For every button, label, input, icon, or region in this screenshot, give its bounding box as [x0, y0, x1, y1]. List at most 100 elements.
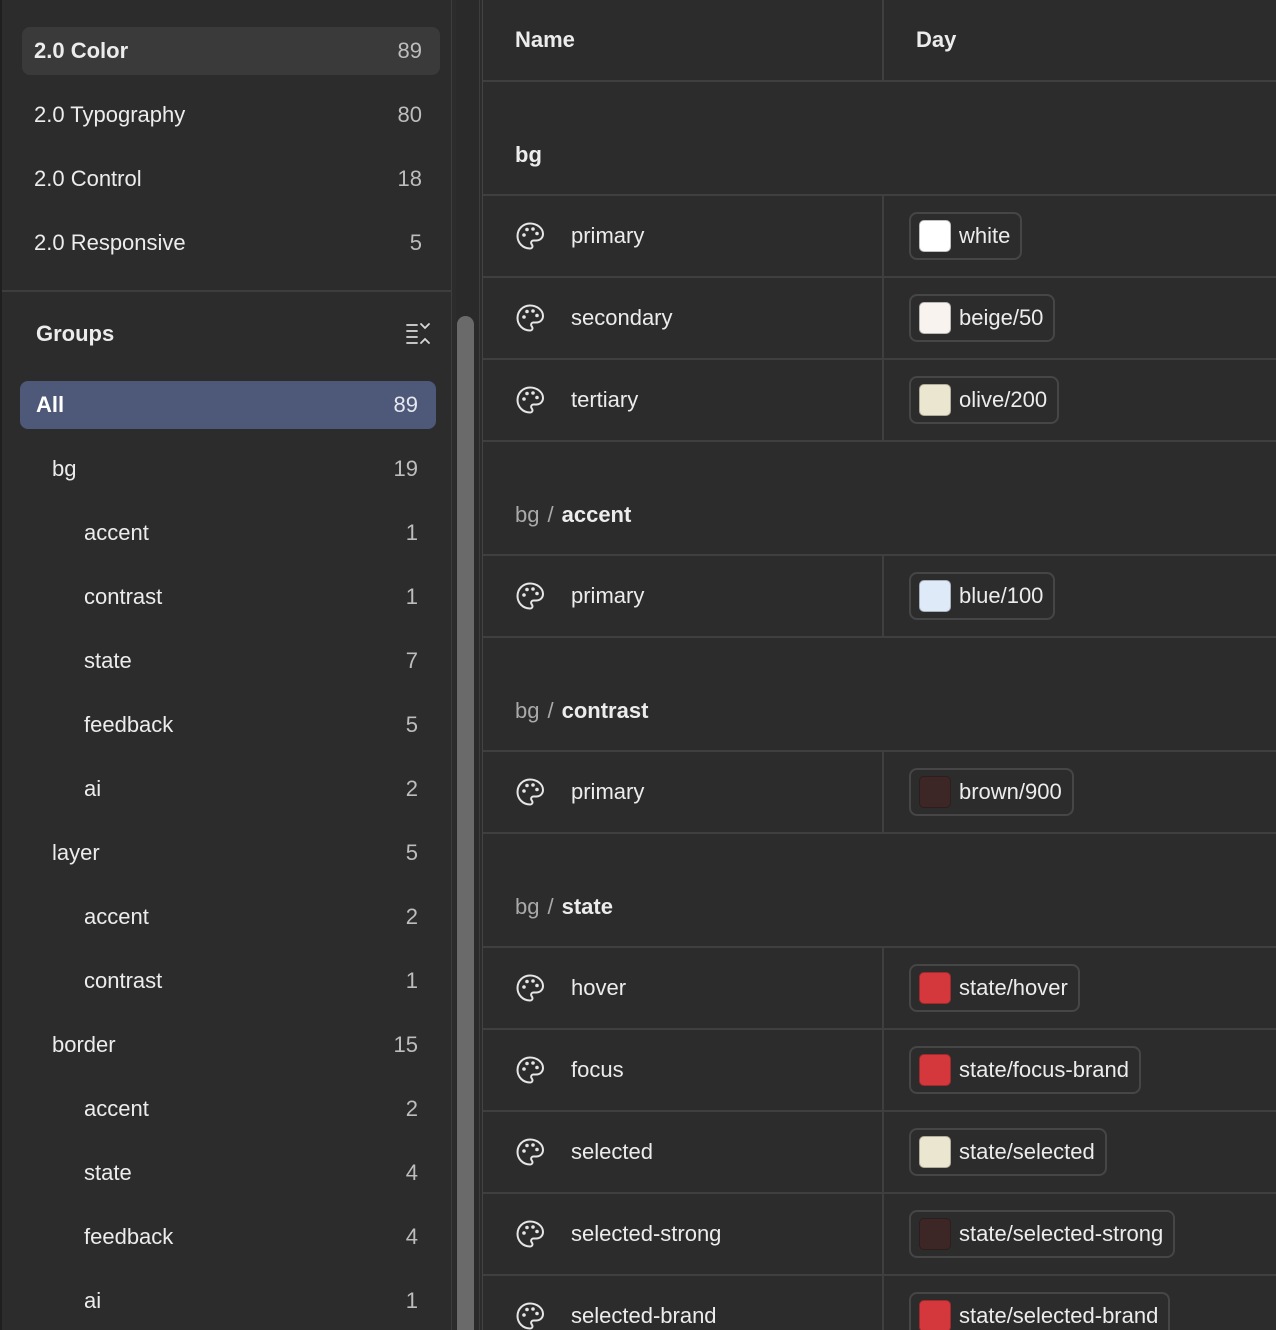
variable-value-cell: state/focus-brand: [884, 1030, 1141, 1110]
group-label: state: [84, 648, 132, 673]
group-item[interactable]: ai 2: [20, 765, 436, 813]
group-item[interactable]: feedback 4: [20, 1213, 436, 1261]
group-item[interactable]: ai 1: [20, 1277, 436, 1325]
value-pill[interactable]: beige/50: [909, 294, 1056, 342]
collection-count: 18: [397, 166, 422, 191]
group-item[interactable]: contrast 1: [20, 957, 436, 1005]
variable-name-cell[interactable]: selected: [483, 1112, 884, 1192]
variable-name: hover: [571, 975, 627, 1000]
group-item[interactable]: layer 5: [20, 829, 436, 877]
column-header-name[interactable]: Name: [483, 0, 884, 80]
collapse-all-icon[interactable]: [404, 320, 432, 348]
variable-name-cell[interactable]: selected-brand: [483, 1276, 884, 1330]
variable-value-cell: state/selected-brand: [884, 1276, 1171, 1330]
group-count: 2: [405, 1096, 418, 1121]
variable-name: selected-brand: [571, 1303, 717, 1328]
column-header-day[interactable]: Day: [884, 0, 956, 80]
variable-name-cell[interactable]: focus: [483, 1030, 884, 1110]
variable-name-cell[interactable]: selected-strong: [483, 1194, 884, 1274]
palette-icon: [515, 221, 545, 251]
group-label: layer: [52, 840, 100, 865]
group-label: All: [36, 392, 65, 417]
variable-value-cell: state/selected-strong: [884, 1194, 1176, 1274]
collection-item[interactable]: 2.0 Responsive 5: [22, 219, 440, 267]
value-pill[interactable]: brown/900: [909, 768, 1074, 816]
sidebar: 2.0 Color 89 2.0 Typography 80 2.0 Control 18…: [0, 0, 452, 1330]
value-label: brown/900: [959, 779, 1062, 804]
table-row: primary white: [483, 196, 1276, 278]
value-pill[interactable]: blue/100: [909, 572, 1056, 620]
variable-name: primary: [571, 779, 645, 804]
color-swatch: [919, 1300, 951, 1330]
collection-label: 2.0 Control: [34, 166, 142, 191]
value-pill[interactable]: state/focus-brand: [909, 1046, 1141, 1094]
group-header-row: bg / state: [483, 834, 1276, 948]
collection-item[interactable]: 2.0 Color 89: [22, 27, 440, 75]
group-count: 2: [405, 904, 418, 929]
group-count: 89: [393, 392, 418, 417]
collection-item[interactable]: 2.0 Typography 80: [22, 91, 440, 139]
group-item[interactable]: accent 2: [20, 1085, 436, 1133]
group-label: ai: [84, 776, 102, 801]
group-item[interactable]: border 15: [20, 1021, 436, 1069]
variable-name-cell[interactable]: primary: [483, 196, 884, 276]
variable-name: primary: [571, 223, 645, 248]
value-pill[interactable]: white: [909, 212, 1023, 260]
color-swatch: [919, 384, 951, 416]
value-pill[interactable]: state/hover: [909, 964, 1080, 1012]
table-header: Name Day: [483, 0, 1276, 82]
value-pill[interactable]: olive/200: [909, 376, 1060, 424]
variable-name: selected: [571, 1139, 653, 1164]
variable-name-cell[interactable]: primary: [483, 752, 884, 832]
group-item[interactable]: feedback 5: [20, 701, 436, 749]
group-count: 1: [405, 584, 418, 609]
table-row: selected-brand state/selected-brand: [483, 1276, 1276, 1330]
group-count: 5: [405, 712, 418, 737]
group-label: contrast: [84, 584, 163, 609]
variable-value-cell: beige/50: [884, 278, 1056, 358]
palette-icon: [515, 1219, 545, 1249]
group-count: 1: [405, 1288, 418, 1313]
group-label: accent: [84, 520, 149, 545]
value-pill[interactable]: state/selected-strong: [909, 1210, 1176, 1258]
group-count: 1: [405, 520, 418, 545]
group-header-row: bg / contrast: [483, 638, 1276, 752]
palette-icon: [515, 581, 545, 611]
collections-list: 2.0 Color 89 2.0 Typography 80 2.0 Control 18…: [2, 0, 452, 292]
group-label: state: [84, 1160, 132, 1185]
collection-item[interactable]: 2.0 Control 18: [22, 155, 440, 203]
value-pill[interactable]: state/selected-brand: [909, 1292, 1171, 1330]
collection-count: 80: [397, 102, 422, 127]
group-item[interactable]: state 4: [20, 1149, 436, 1197]
collection-count: 5: [409, 230, 422, 255]
group-count: 7: [405, 648, 418, 673]
variable-name-cell[interactable]: primary: [483, 556, 884, 636]
variable-name-cell[interactable]: hover: [483, 948, 884, 1028]
value-label: blue/100: [959, 583, 1044, 608]
group-label: feedback: [84, 712, 174, 737]
value-label: beige/50: [959, 305, 1044, 330]
group-count: 1: [405, 968, 418, 993]
collection-label: 2.0 Responsive: [34, 230, 186, 255]
group-item[interactable]: accent 1: [20, 509, 436, 557]
group-item[interactable]: contrast 1: [20, 573, 436, 621]
group-path-parent: bg: [515, 894, 540, 919]
group-item[interactable]: bg 19: [20, 445, 436, 493]
group-path-separator: /: [547, 698, 554, 723]
sidebar-scrollbar-thumb[interactable]: [457, 316, 474, 1330]
color-swatch: [919, 580, 951, 612]
group-item[interactable]: state 7: [20, 637, 436, 685]
variable-name-cell[interactable]: tertiary: [483, 360, 884, 440]
palette-icon: [515, 1137, 545, 1167]
group-label: ai: [84, 1288, 102, 1313]
variable-name-cell[interactable]: secondary: [483, 278, 884, 358]
color-swatch: [919, 776, 951, 808]
color-swatch: [919, 972, 951, 1004]
groups-header: Groups: [36, 312, 432, 356]
palette-icon: [515, 777, 545, 807]
color-swatch: [919, 1054, 951, 1086]
group-item[interactable]: accent 2: [20, 893, 436, 941]
group-item[interactable]: All 89: [20, 381, 436, 429]
value-pill[interactable]: state/selected: [909, 1128, 1107, 1176]
group-label: accent: [84, 1096, 149, 1121]
